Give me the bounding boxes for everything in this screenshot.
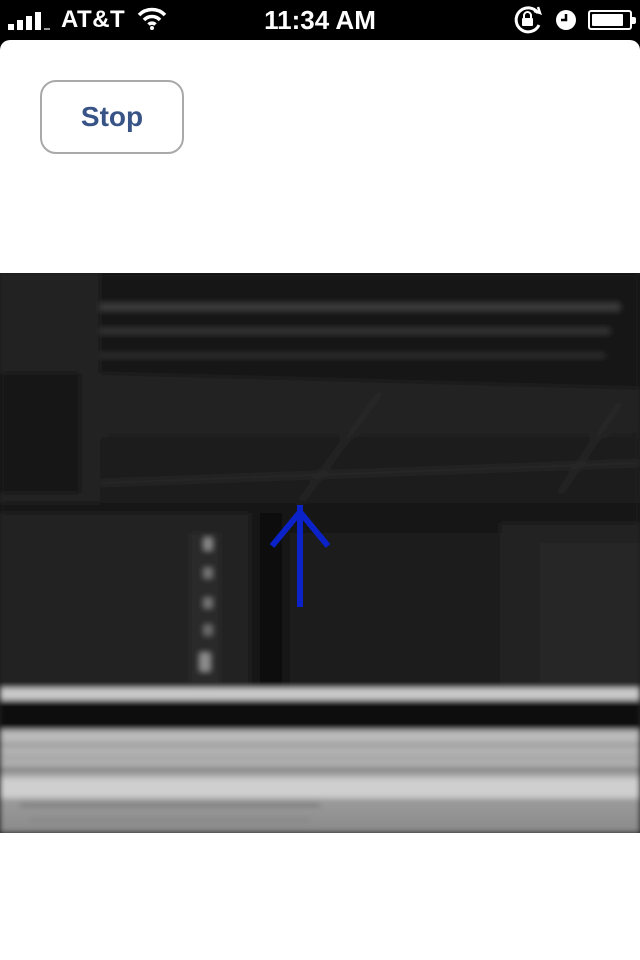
camera-preview — [0, 273, 640, 833]
app-content: Stop — [0, 40, 640, 960]
rotation-lock-icon — [512, 5, 544, 35]
alarm-clock-icon — [554, 8, 578, 32]
up-arrow-icon — [269, 505, 331, 607]
stop-button[interactable]: Stop — [40, 80, 184, 154]
battery-icon — [588, 10, 636, 30]
status-bar: AT&T 11:34 AM — [0, 0, 640, 40]
status-right-icons — [502, 5, 636, 35]
